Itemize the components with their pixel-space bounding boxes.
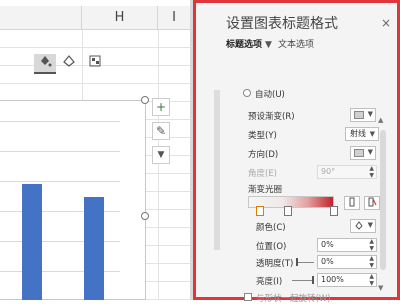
grid-line	[158, 30, 159, 300]
type-dropdown[interactable]: 射线 ▼	[345, 127, 379, 141]
size-properties-icon[interactable]	[84, 54, 106, 74]
tab-title-options[interactable]: 标题选项	[226, 40, 262, 50]
gradient-stops-label: 渐变光圈	[248, 185, 283, 195]
chart-elements-button[interactable]: +	[152, 98, 170, 116]
effects-icon[interactable]	[58, 54, 80, 74]
transparency-value: 0%	[321, 257, 334, 266]
remove-gradient-stop-button[interactable]	[364, 196, 380, 210]
direction-dropdown[interactable]: ▼	[350, 146, 376, 160]
chart-gridline	[0, 181, 120, 182]
color-label: 颜色(C)	[256, 223, 286, 233]
position-value: 0%	[321, 240, 334, 249]
pane-tabs: 标题选项 ▼ 文本选项	[226, 37, 314, 50]
resize-handle[interactable]	[141, 96, 149, 104]
brightness-value: 100%	[321, 275, 344, 284]
add-gradient-stop-button[interactable]	[344, 196, 360, 210]
column-header-i[interactable]: I	[158, 6, 190, 30]
preset-gradient-label: 预设渐变(R)	[248, 112, 295, 122]
position-spinner[interactable]: 0% ▲ ▼	[317, 238, 377, 252]
chevron-down-icon[interactable]: ▼	[265, 40, 272, 50]
brightness-slider-thumb[interactable]	[312, 276, 314, 284]
tab-text-options[interactable]: 文本选项	[278, 40, 314, 50]
chart-gridline	[0, 121, 120, 122]
direction-label: 方向(D)	[248, 150, 279, 160]
preset-gradient-dropdown[interactable]: ▼	[350, 108, 376, 122]
brightness-spinner[interactable]: 100% ▲ ▼	[317, 273, 377, 287]
gradient-stop[interactable]	[256, 206, 264, 216]
scroll-up-icon[interactable]: ▲	[378, 116, 383, 124]
chart-bar[interactable]	[22, 184, 42, 300]
chart-styles-button[interactable]: ✎	[152, 122, 170, 140]
gradient-stop[interactable]	[284, 206, 292, 216]
fill-line-icon[interactable]	[34, 54, 56, 74]
column-header-g[interactable]	[0, 6, 82, 30]
type-value: 射线	[350, 129, 366, 138]
brightness-slider[interactable]	[292, 280, 314, 281]
auto-radio[interactable]	[243, 89, 251, 97]
gradient-stop[interactable]	[330, 206, 338, 216]
column-header-row: H I	[0, 6, 190, 30]
color-dropdown[interactable]: ▼	[350, 219, 376, 233]
close-icon[interactable]: ×	[381, 16, 391, 30]
rotate-with-shape-label: 与形状一起旋转(W)	[256, 294, 331, 304]
transparency-slider-thumb[interactable]	[296, 258, 298, 266]
column-header-h[interactable]: H	[82, 6, 158, 30]
chart-bar[interactable]	[84, 197, 104, 300]
type-label: 类型(Y)	[248, 131, 277, 141]
pane-scrollbar[interactable]	[380, 130, 386, 270]
chart-filters-button[interactable]: ▼	[152, 146, 170, 164]
pane-scroll-track[interactable]	[214, 90, 220, 250]
transparency-spinner[interactable]: 0% ▲ ▼	[317, 255, 377, 269]
resize-handle[interactable]	[141, 212, 149, 220]
scroll-down-icon[interactable]: ▼	[378, 284, 383, 292]
brightness-label: 亮度(I)	[256, 277, 283, 287]
position-label: 位置(O)	[256, 242, 287, 252]
transparency-slider[interactable]	[298, 262, 314, 263]
angle-value: 90°	[321, 167, 336, 176]
auto-label: 自动(U)	[255, 90, 285, 100]
spreadsheet-area: H I + ✎ ▼	[0, 0, 190, 300]
chart-object[interactable]	[0, 100, 146, 300]
angle-label: 角度(E)	[248, 169, 278, 179]
angle-spinner: 90° ▲ ▼	[317, 165, 377, 179]
pane-title: 设置图表标题格式	[226, 16, 338, 32]
transparency-label: 透明度(T)	[256, 259, 294, 269]
chart-gridline	[0, 151, 120, 152]
